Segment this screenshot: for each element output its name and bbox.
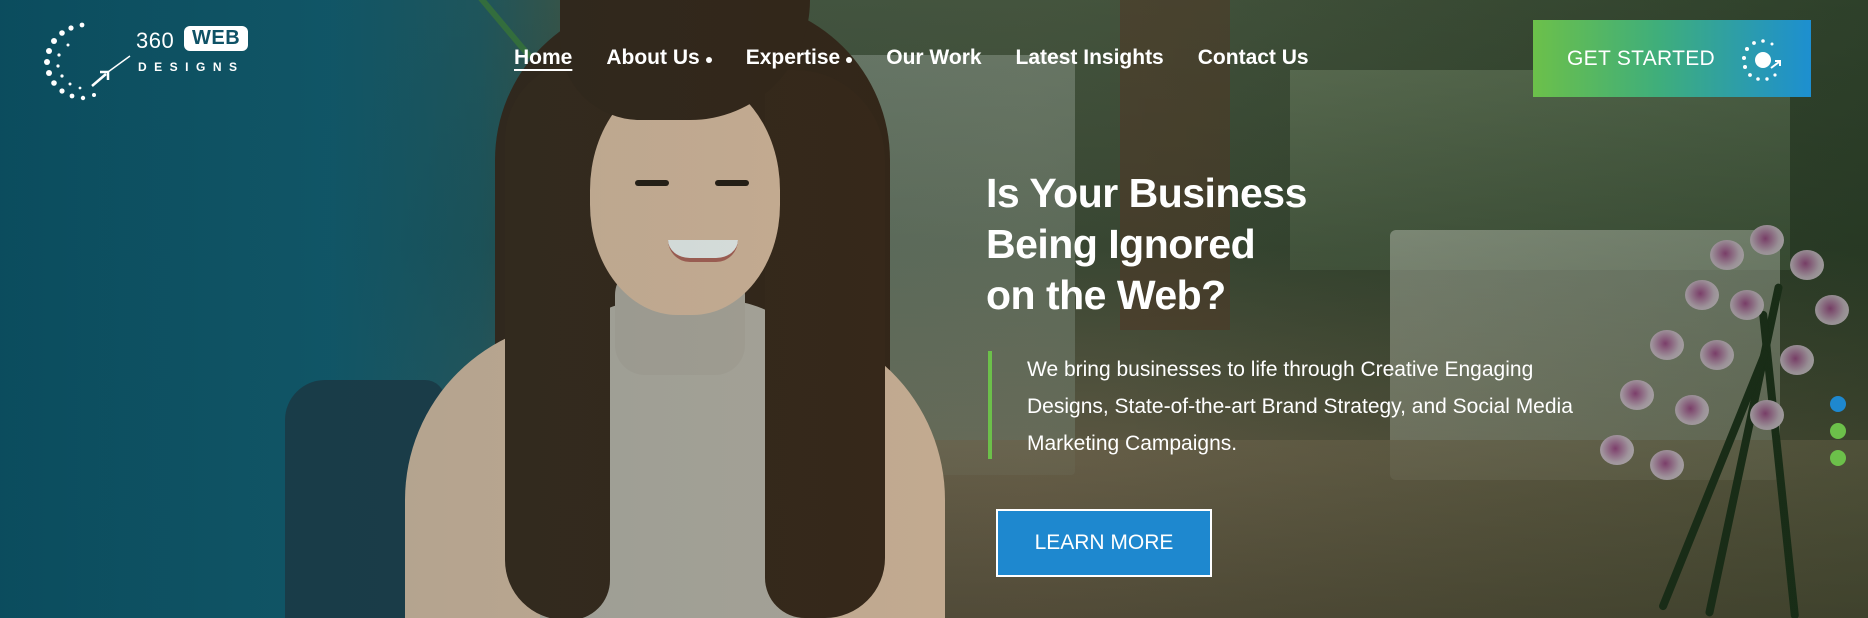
nav-item-label: Expertise: [745, 46, 841, 69]
nav-item-about-us[interactable]: About Us: [606, 46, 712, 70]
get-started-label: GET STARTED: [1567, 46, 1715, 70]
lead-accent-bar: [988, 351, 992, 459]
nav-item-latest-insights[interactable]: Latest Insights: [1016, 46, 1164, 70]
hero-lead-text: We bring businesses to life through Crea…: [1027, 358, 1573, 455]
logo-text-designs: DESIGNS: [138, 60, 245, 74]
nav-item-label: Latest Insights: [1015, 46, 1164, 69]
circle-target-icon: [1742, 39, 1781, 81]
nav-item-label: Contact Us: [1197, 46, 1309, 69]
hero-headline-line: Is Your Business: [986, 170, 1307, 216]
get-started-button[interactable]: GET STARTED: [1533, 20, 1811, 97]
nav-item-our-work[interactable]: Our Work: [886, 46, 981, 70]
hero-headline-line: on the Web?: [986, 272, 1226, 318]
main-nav: Home About Us Expertise Our Work Latest …: [514, 46, 1343, 70]
learn-more-button[interactable]: LEARN MORE: [996, 509, 1212, 577]
hero-headline: Is Your Business Being Ignored on the We…: [986, 168, 1307, 321]
slider-dot-3[interactable]: [1830, 450, 1846, 466]
logo-ring-icon: [44, 22, 131, 101]
nav-item-label: Home: [514, 46, 573, 69]
slider-dot-1[interactable]: [1830, 396, 1846, 412]
hero-headline-line: Being Ignored: [986, 221, 1256, 267]
nav-item-label: Our Work: [886, 46, 982, 69]
dropdown-dot-icon: [846, 56, 853, 63]
nav-item-home[interactable]: Home: [514, 46, 572, 70]
slider-pagination: [1830, 396, 1846, 466]
dropdown-dot-icon: [705, 56, 712, 63]
nav-item-expertise[interactable]: Expertise: [746, 46, 853, 70]
slider-dot-2[interactable]: [1830, 423, 1846, 439]
logo-text-web: WEB: [184, 26, 249, 51]
nav-item-contact-us[interactable]: Contact Us: [1198, 46, 1309, 70]
logo-text-360: 360: [136, 28, 175, 53]
site-logo[interactable]: 360 WEB DESIGNS: [42, 20, 272, 102]
nav-item-label: About Us: [606, 46, 700, 69]
